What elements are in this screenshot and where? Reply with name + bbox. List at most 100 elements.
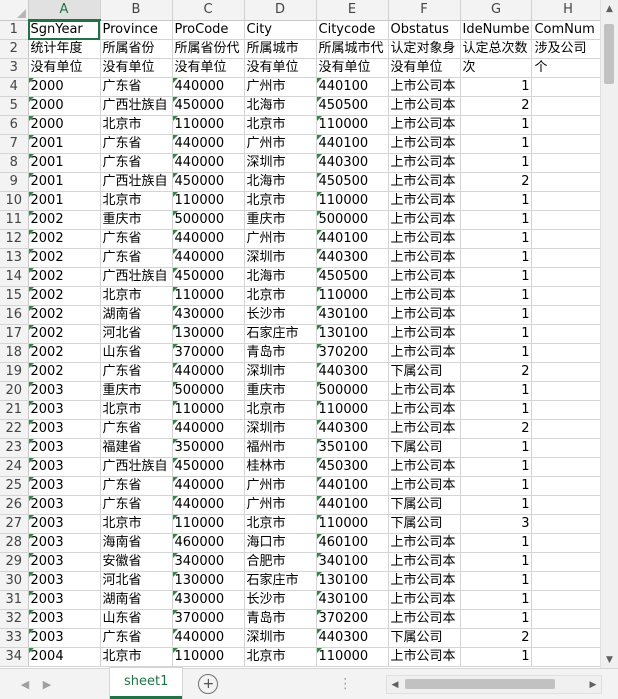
- cell-g27[interactable]: 3: [460, 514, 533, 534]
- row-header[interactable]: 4: [0, 77, 29, 97]
- cell-g24[interactable]: 1: [460, 457, 533, 477]
- cell-c15[interactable]: 110000: [172, 286, 245, 306]
- cell-d13[interactable]: 深圳市: [244, 248, 317, 268]
- cell-d14[interactable]: 北海市: [244, 267, 317, 287]
- row-header[interactable]: 32: [0, 609, 29, 629]
- row-header[interactable]: 14: [0, 267, 29, 287]
- cell-h1[interactable]: ComNum: [531, 20, 605, 40]
- add-sheet-icon[interactable]: +: [198, 674, 219, 694]
- row-header[interactable]: 30: [0, 571, 29, 591]
- cell-c26[interactable]: 440000: [172, 495, 245, 515]
- cell-a7[interactable]: 2001: [28, 134, 101, 154]
- cell-d28[interactable]: 海口市: [244, 533, 317, 553]
- cell-f33[interactable]: 下属公司: [388, 628, 461, 648]
- cell-c5[interactable]: 450000: [172, 96, 245, 116]
- cell-e32[interactable]: 370200: [316, 609, 389, 629]
- cell-g32[interactable]: 1: [460, 609, 533, 629]
- cell-f28[interactable]: 上市公司本: [388, 533, 461, 553]
- horizontal-scroll-track[interactable]: [403, 676, 585, 693]
- cell-b7[interactable]: 广东省: [100, 134, 173, 154]
- cell-d27[interactable]: 北京市: [244, 514, 317, 534]
- cell-d21[interactable]: 北京市: [244, 400, 317, 420]
- cell-c25[interactable]: 440000: [172, 476, 245, 496]
- cell-e21[interactable]: 110000: [316, 400, 389, 420]
- cell-a19[interactable]: 2002: [28, 362, 101, 382]
- cell-h28[interactable]: [531, 533, 605, 553]
- cell-b27[interactable]: 北京市: [100, 514, 173, 534]
- cell-f24[interactable]: 上市公司本: [388, 457, 461, 477]
- cell-d19[interactable]: 深圳市: [244, 362, 317, 382]
- cell-b24[interactable]: 广西壮族自: [100, 457, 173, 477]
- cell-e3[interactable]: 没有单位: [316, 58, 389, 78]
- cell-c4[interactable]: 440000: [172, 77, 245, 97]
- cell-a16[interactable]: 2002: [28, 305, 101, 325]
- scroll-down-arrow-icon[interactable]: ▼: [601, 651, 618, 668]
- row-header[interactable]: 13: [0, 248, 29, 268]
- cell-e2[interactable]: 所属城市代: [316, 39, 389, 59]
- column-header-a[interactable]: A: [28, 0, 101, 21]
- cell-e33[interactable]: 440300: [316, 628, 389, 648]
- row-header[interactable]: 27: [0, 514, 29, 534]
- cell-d15[interactable]: 北京市: [244, 286, 317, 306]
- cell-d5[interactable]: 北海市: [244, 96, 317, 116]
- cell-d17[interactable]: 石家庄市: [244, 324, 317, 344]
- cell-h5[interactable]: [531, 96, 605, 116]
- cell-a26[interactable]: 2003: [28, 495, 101, 515]
- row-header[interactable]: 19: [0, 362, 29, 382]
- row-header[interactable]: 20: [0, 381, 29, 401]
- cell-h18[interactable]: [531, 343, 605, 363]
- cell-h24[interactable]: [531, 457, 605, 477]
- cell-f15[interactable]: 上市公司本: [388, 286, 461, 306]
- cell-g14[interactable]: 1: [460, 267, 533, 287]
- cell-a32[interactable]: 2003: [28, 609, 101, 629]
- cell-a30[interactable]: 2003: [28, 571, 101, 591]
- cell-b28[interactable]: 海南省: [100, 533, 173, 553]
- cell-h23[interactable]: [531, 438, 605, 458]
- cell-d30[interactable]: 石家庄市: [244, 571, 317, 591]
- cell-f9[interactable]: 上市公司本: [388, 172, 461, 192]
- cell-a13[interactable]: 2002: [28, 248, 101, 268]
- tab-splitter-icon[interactable]: ⋮: [338, 676, 352, 692]
- cell-f14[interactable]: 上市公司本: [388, 267, 461, 287]
- cell-e27[interactable]: 110000: [316, 514, 389, 534]
- cell-c2[interactable]: 所属省份代: [172, 39, 245, 59]
- cell-h26[interactable]: [531, 495, 605, 515]
- cell-h6[interactable]: [531, 115, 605, 135]
- cell-e5[interactable]: 450500: [316, 96, 389, 116]
- cell-c20[interactable]: 500000: [172, 381, 245, 401]
- cell-f34[interactable]: 上市公司本: [388, 647, 461, 667]
- cell-a14[interactable]: 2002: [28, 267, 101, 287]
- row-header[interactable]: 10: [0, 191, 29, 211]
- cell-b16[interactable]: 湖南省: [100, 305, 173, 325]
- prev-sheet-icon[interactable]: ◀: [14, 673, 36, 695]
- cell-h7[interactable]: [531, 134, 605, 154]
- row-header[interactable]: 18: [0, 343, 29, 363]
- scroll-up-arrow-icon[interactable]: ▲: [601, 0, 618, 17]
- cell-b34[interactable]: 北京市: [100, 647, 173, 667]
- cell-b25[interactable]: 广东省: [100, 476, 173, 496]
- cell-a20[interactable]: 2003: [28, 381, 101, 401]
- cell-h2[interactable]: 涉及公司: [531, 39, 605, 59]
- cell-f21[interactable]: 上市公司本: [388, 400, 461, 420]
- cell-a8[interactable]: 2001: [28, 153, 101, 173]
- row-header[interactable]: 12: [0, 229, 29, 249]
- cell-e34[interactable]: 110000: [316, 647, 389, 667]
- cell-e19[interactable]: 440300: [316, 362, 389, 382]
- row-header[interactable]: 9: [0, 172, 29, 192]
- cell-b9[interactable]: 广西壮族自: [100, 172, 173, 192]
- cell-d7[interactable]: 广州市: [244, 134, 317, 154]
- column-header-e[interactable]: E: [316, 0, 389, 21]
- scroll-left-arrow-icon[interactable]: ◀: [387, 680, 403, 690]
- cell-g23[interactable]: 1: [460, 438, 533, 458]
- horizontal-scrollbar[interactable]: ◀ ▶: [386, 675, 602, 694]
- cell-e28[interactable]: 460100: [316, 533, 389, 553]
- cell-g19[interactable]: 2: [460, 362, 533, 382]
- cell-b4[interactable]: 广东省: [100, 77, 173, 97]
- row-header[interactable]: 1: [0, 20, 29, 40]
- cell-c16[interactable]: 430000: [172, 305, 245, 325]
- cell-g18[interactable]: 1: [460, 343, 533, 363]
- select-all-corner[interactable]: [0, 0, 29, 21]
- cell-f5[interactable]: 上市公司本: [388, 96, 461, 116]
- cell-d2[interactable]: 所属城市: [244, 39, 317, 59]
- cell-a29[interactable]: 2003: [28, 552, 101, 572]
